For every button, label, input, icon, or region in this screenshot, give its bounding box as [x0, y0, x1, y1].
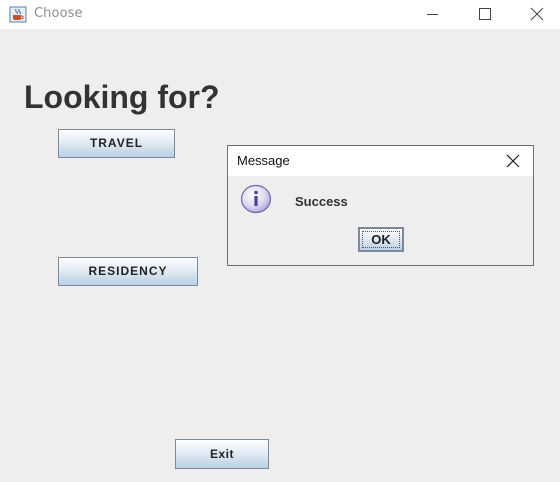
window-title: Choose: [34, 6, 83, 21]
close-icon[interactable]: [514, 0, 560, 29]
residency-button[interactable]: RESIDENCY: [58, 257, 198, 286]
java-cup-icon: [9, 6, 27, 23]
dialog-close-icon[interactable]: [504, 152, 522, 170]
message-dialog: Message Success OK: [227, 145, 534, 266]
info-icon: [240, 184, 272, 214]
dialog-titlebar: Message: [228, 146, 533, 176]
travel-button[interactable]: TRAVEL: [58, 129, 175, 158]
ok-button[interactable]: OK: [358, 227, 404, 252]
dialog-title: Message: [237, 153, 290, 168]
maximize-icon[interactable]: [461, 0, 507, 29]
minimize-icon[interactable]: [409, 0, 455, 29]
page-heading: Looking for?: [24, 79, 220, 115]
exit-button[interactable]: Exit: [175, 439, 269, 469]
window-titlebar: Choose: [0, 0, 560, 29]
dialog-message: Success: [295, 194, 348, 209]
